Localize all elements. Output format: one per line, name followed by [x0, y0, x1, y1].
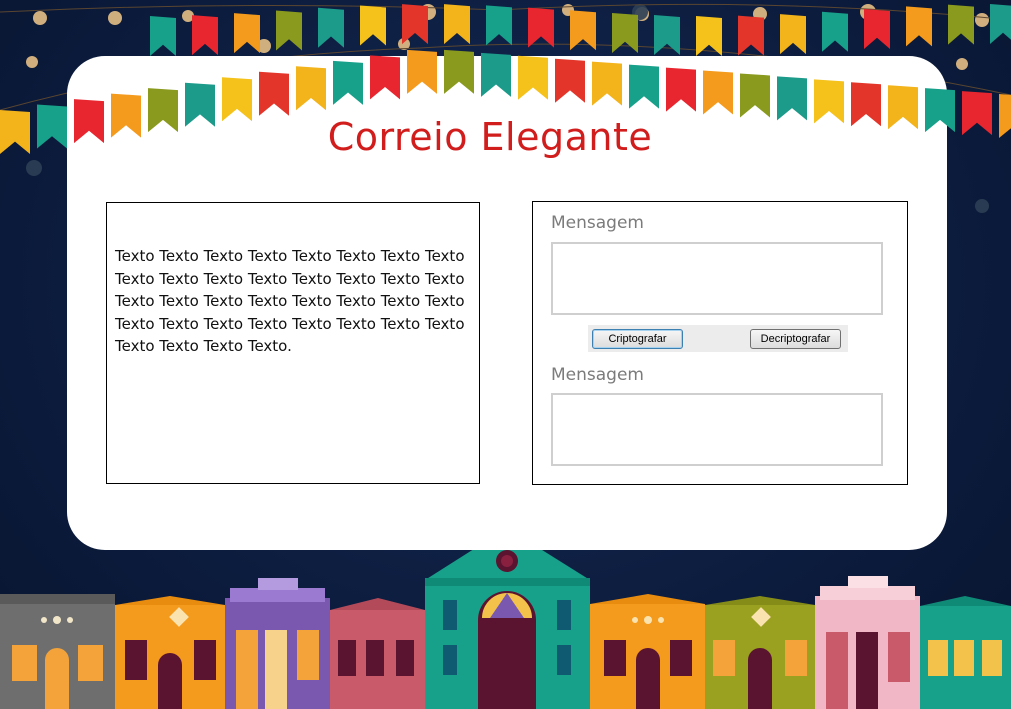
bunting-flag	[234, 13, 260, 54]
bunting-flag	[150, 15, 176, 56]
bunting-flag	[360, 5, 386, 46]
bunting-flag	[822, 11, 848, 52]
bunting-flag	[612, 12, 638, 53]
bunting-flag	[948, 4, 974, 45]
input-message-label: Mensagem	[551, 213, 644, 233]
festa-junina-stage: Correio Elegante Texto Texto Texto Texto…	[0, 0, 1011, 709]
bunting-flag	[654, 14, 680, 55]
bunting-flag	[906, 6, 932, 47]
output-message-label: Mensagem	[551, 365, 644, 385]
bunting-flag	[486, 5, 512, 46]
bunting-flag	[276, 10, 302, 51]
output-message-field[interactable]	[551, 393, 883, 466]
bunting-flag	[318, 7, 344, 48]
cipher-form-panel: Mensagem Criptografar Decriptografar Men…	[532, 201, 908, 485]
bunting-flag	[528, 7, 554, 48]
bunting-flag	[696, 15, 722, 56]
text-panel: Texto Texto Texto Texto Texto Texto Text…	[106, 202, 480, 484]
input-message-field[interactable]	[551, 242, 883, 315]
decrypt-button[interactable]: Decriptografar	[750, 329, 841, 349]
bunting-flag	[864, 8, 890, 49]
bunting-flag	[444, 4, 470, 45]
encrypt-button[interactable]: Criptografar	[592, 329, 683, 349]
bunting-flag	[738, 15, 764, 56]
bunting-flags-back	[150, 4, 1011, 56]
text-panel-body: Texto Texto Texto Texto Texto Texto Text…	[115, 247, 465, 356]
bunting-flag	[990, 4, 1011, 45]
bunting-flag	[402, 4, 428, 45]
bunting-flag	[192, 15, 218, 56]
page-title: Correio Elegante	[327, 115, 653, 159]
bunting-flag	[780, 14, 806, 55]
button-strip: Criptografar Decriptografar	[588, 325, 848, 352]
